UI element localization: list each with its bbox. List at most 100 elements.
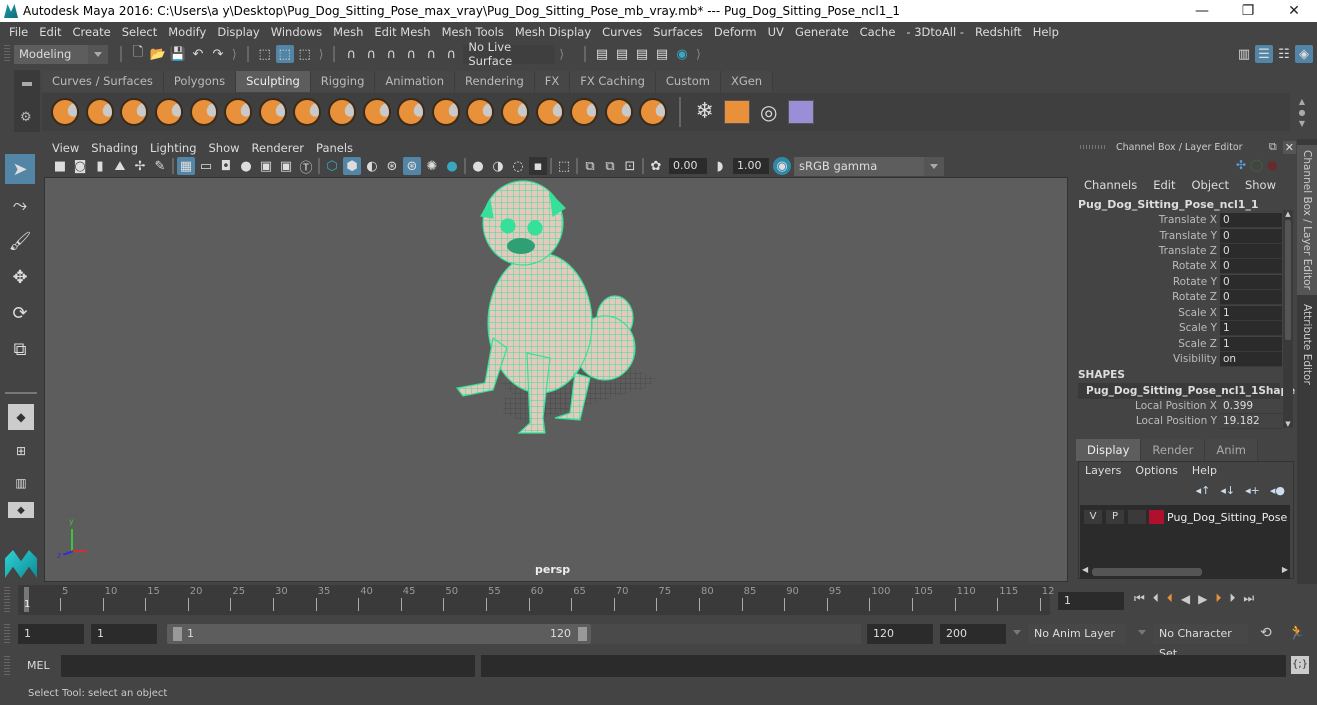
layer-color-swatch[interactable] bbox=[1149, 510, 1164, 524]
menu-3dtoall[interactable]: - 3DtoAll - bbox=[901, 25, 970, 39]
bulge-tool-icon[interactable] bbox=[570, 98, 599, 126]
menu-help[interactable]: Help bbox=[1028, 25, 1065, 39]
attr-row-rotate-y[interactable]: Rotate Y0 bbox=[1076, 275, 1284, 290]
scroll-left-icon[interactable]: ◀ bbox=[1082, 565, 1088, 574]
attr-value[interactable]: 0 bbox=[1220, 229, 1282, 244]
wireframe-on-shaded-icon[interactable]: ⊛ bbox=[383, 157, 401, 175]
character-set-dropdown-arrow[interactable] bbox=[1138, 630, 1146, 635]
camera-icon[interactable]: ■ bbox=[51, 157, 69, 175]
attr-value[interactable]: 0 bbox=[1220, 244, 1282, 259]
cb-menu-edit[interactable]: Edit bbox=[1153, 178, 1175, 194]
motion-blur-icon[interactable]: ◑ bbox=[489, 157, 507, 175]
minimize-button[interactable]: — bbox=[1179, 3, 1225, 19]
shelf-tab-rigging[interactable]: Rigging bbox=[310, 71, 376, 92]
menu-windows[interactable]: Windows bbox=[266, 25, 328, 39]
attr-row-scale-z[interactable]: Scale Z1 bbox=[1076, 337, 1284, 352]
playback-end-field[interactable]: 120 bbox=[867, 624, 933, 644]
collapse-icon[interactable]: ⟩ bbox=[559, 47, 564, 61]
paint-select-tool-icon[interactable]: 🖌 bbox=[5, 226, 35, 256]
collapse-icon[interactable]: ⟩ bbox=[232, 47, 237, 61]
collapse-icon[interactable]: ⟩ bbox=[696, 47, 701, 61]
select-component-icon[interactable]: ⬚ bbox=[296, 45, 314, 63]
channel-box-scrollbar[interactable]: ▲ ▼ bbox=[1283, 210, 1293, 428]
menu-cache[interactable]: Cache bbox=[855, 25, 902, 39]
camera-attributes-icon[interactable]: ◙ bbox=[71, 157, 89, 175]
viewport-menu-panels[interactable]: Panels bbox=[316, 141, 353, 155]
render-view-icon[interactable]: ▤ bbox=[593, 45, 611, 63]
attr-row-translate-z[interactable]: Translate Z0 bbox=[1076, 244, 1284, 259]
lasso-tool-icon[interactable]: ⤳ bbox=[5, 190, 35, 220]
character-set-dropdown[interactable]: No Character Set bbox=[1153, 624, 1248, 660]
modeling-toolkit-icon[interactable]: ▥ bbox=[1235, 45, 1253, 63]
screen-space-ao-icon[interactable]: ● bbox=[469, 157, 487, 175]
move-layer-down-icon[interactable]: ◂↓ bbox=[1220, 484, 1235, 497]
color-management-toggle-icon[interactable]: ◉ bbox=[773, 157, 791, 175]
spray-tool-icon[interactable] bbox=[293, 98, 322, 126]
cb-menu-channels[interactable]: Channels bbox=[1084, 178, 1137, 194]
persp-outliner-layout-icon[interactable]: ◆ bbox=[8, 502, 34, 518]
layer-playback-toggle[interactable]: P bbox=[1106, 510, 1124, 524]
undo-icon[interactable]: ↶ bbox=[189, 45, 207, 63]
relax-tool-icon[interactable] bbox=[120, 98, 149, 126]
live-surface-field[interactable]: No Live Surface bbox=[463, 40, 556, 68]
current-frame-field[interactable]: 1 bbox=[1058, 592, 1124, 610]
shelf-tab-rendering[interactable]: Rendering bbox=[455, 71, 535, 92]
layer-list-hscrollbar[interactable]: ◀ ▶ bbox=[1080, 565, 1290, 577]
open-scene-icon[interactable]: 📂 bbox=[149, 45, 167, 63]
layer-visibility-toggle[interactable]: V bbox=[1084, 510, 1102, 524]
safe-action-icon[interactable]: ▣ bbox=[277, 157, 295, 175]
snap-view-plane-icon[interactable]: ∩ bbox=[402, 45, 420, 63]
2d-pan-zoom-icon[interactable]: ✢ bbox=[131, 157, 149, 175]
hypershade-icon[interactable]: ◉ bbox=[673, 45, 691, 63]
layer-tab-display[interactable]: Display bbox=[1076, 439, 1142, 461]
sculpting-layers-icon[interactable] bbox=[723, 100, 750, 124]
attr-row-local-position-x[interactable]: Local Position X 0.399 bbox=[1076, 399, 1284, 414]
close-button[interactable]: ✕ bbox=[1271, 3, 1317, 19]
menu-generate[interactable]: Generate bbox=[790, 25, 855, 39]
range-grip[interactable] bbox=[4, 624, 10, 644]
knife-tool-icon[interactable] bbox=[501, 98, 530, 126]
attr-row-translate-y[interactable]: Translate Y0 bbox=[1076, 229, 1284, 244]
smooth-tool-icon[interactable] bbox=[85, 98, 114, 126]
attr-row-scale-y[interactable]: Scale Y1 bbox=[1076, 321, 1284, 336]
textured-icon[interactable]: ⊛ bbox=[403, 157, 421, 175]
shelf-tabs-menu-icon[interactable] bbox=[22, 82, 32, 86]
grip-handle[interactable] bbox=[1080, 145, 1106, 149]
menu-uv[interactable]: UV bbox=[763, 25, 790, 39]
go-to-end-icon[interactable]: ⏭ bbox=[1243, 591, 1254, 606]
attr-value[interactable]: 1 bbox=[1220, 321, 1282, 336]
use-default-material-icon[interactable]: ◐ bbox=[363, 157, 381, 175]
cb-menu-object[interactable]: Object bbox=[1192, 178, 1229, 194]
menu-surfaces[interactable]: Surfaces bbox=[648, 25, 709, 39]
layer-row[interactable]: V P Pug_Dog_Sitting_Pose bbox=[1084, 509, 1290, 525]
object-name[interactable]: Pug_Dog_Sitting_Pose_ncl1_1 bbox=[1078, 198, 1259, 211]
scrape-tool-icon[interactable] bbox=[431, 98, 460, 126]
command-input[interactable] bbox=[61, 655, 475, 677]
layer-menu-help[interactable]: Help bbox=[1192, 464, 1217, 477]
xray-active-icon[interactable]: ⧉ bbox=[601, 157, 619, 175]
sculpt-tool-icon[interactable] bbox=[51, 98, 80, 126]
shelf-tab-fx-caching[interactable]: FX Caching bbox=[570, 71, 656, 92]
grid-icon[interactable]: ▦ bbox=[177, 157, 195, 175]
go-to-start-icon[interactable]: ⏮ bbox=[1134, 591, 1145, 606]
fill-tool-icon[interactable] bbox=[466, 98, 495, 126]
menu-curves[interactable]: Curves bbox=[597, 25, 648, 39]
layer-menu-layers[interactable]: Layers bbox=[1085, 464, 1121, 477]
menu-deform[interactable]: Deform bbox=[709, 25, 763, 39]
range-start-handle[interactable] bbox=[173, 627, 182, 641]
view-transform-dropdown[interactable]: sRGB gamma bbox=[794, 156, 944, 176]
shadows-icon[interactable]: ● bbox=[443, 157, 461, 175]
attr-row-translate-x[interactable]: Translate X0 bbox=[1076, 213, 1284, 228]
viewport-menu-show[interactable]: Show bbox=[209, 141, 240, 155]
menu-mesh-display[interactable]: Mesh Display bbox=[510, 25, 597, 39]
move-layer-up-icon[interactable]: ◂↑ bbox=[1196, 484, 1211, 497]
gamma-field[interactable]: 1.00 bbox=[733, 158, 769, 174]
attr-value[interactable]: 0 bbox=[1220, 290, 1282, 305]
shelf-tab-custom[interactable]: Custom bbox=[655, 71, 721, 92]
cb-menu-show[interactable]: Show bbox=[1245, 178, 1276, 194]
play-backwards-icon[interactable]: ◀ bbox=[1181, 592, 1190, 606]
scroll-thumb[interactable] bbox=[1092, 568, 1202, 576]
menu-select[interactable]: Select bbox=[117, 25, 163, 39]
select-object-icon[interactable]: ⬚ bbox=[275, 45, 294, 63]
layer-tab-render[interactable]: Render bbox=[1141, 439, 1206, 461]
